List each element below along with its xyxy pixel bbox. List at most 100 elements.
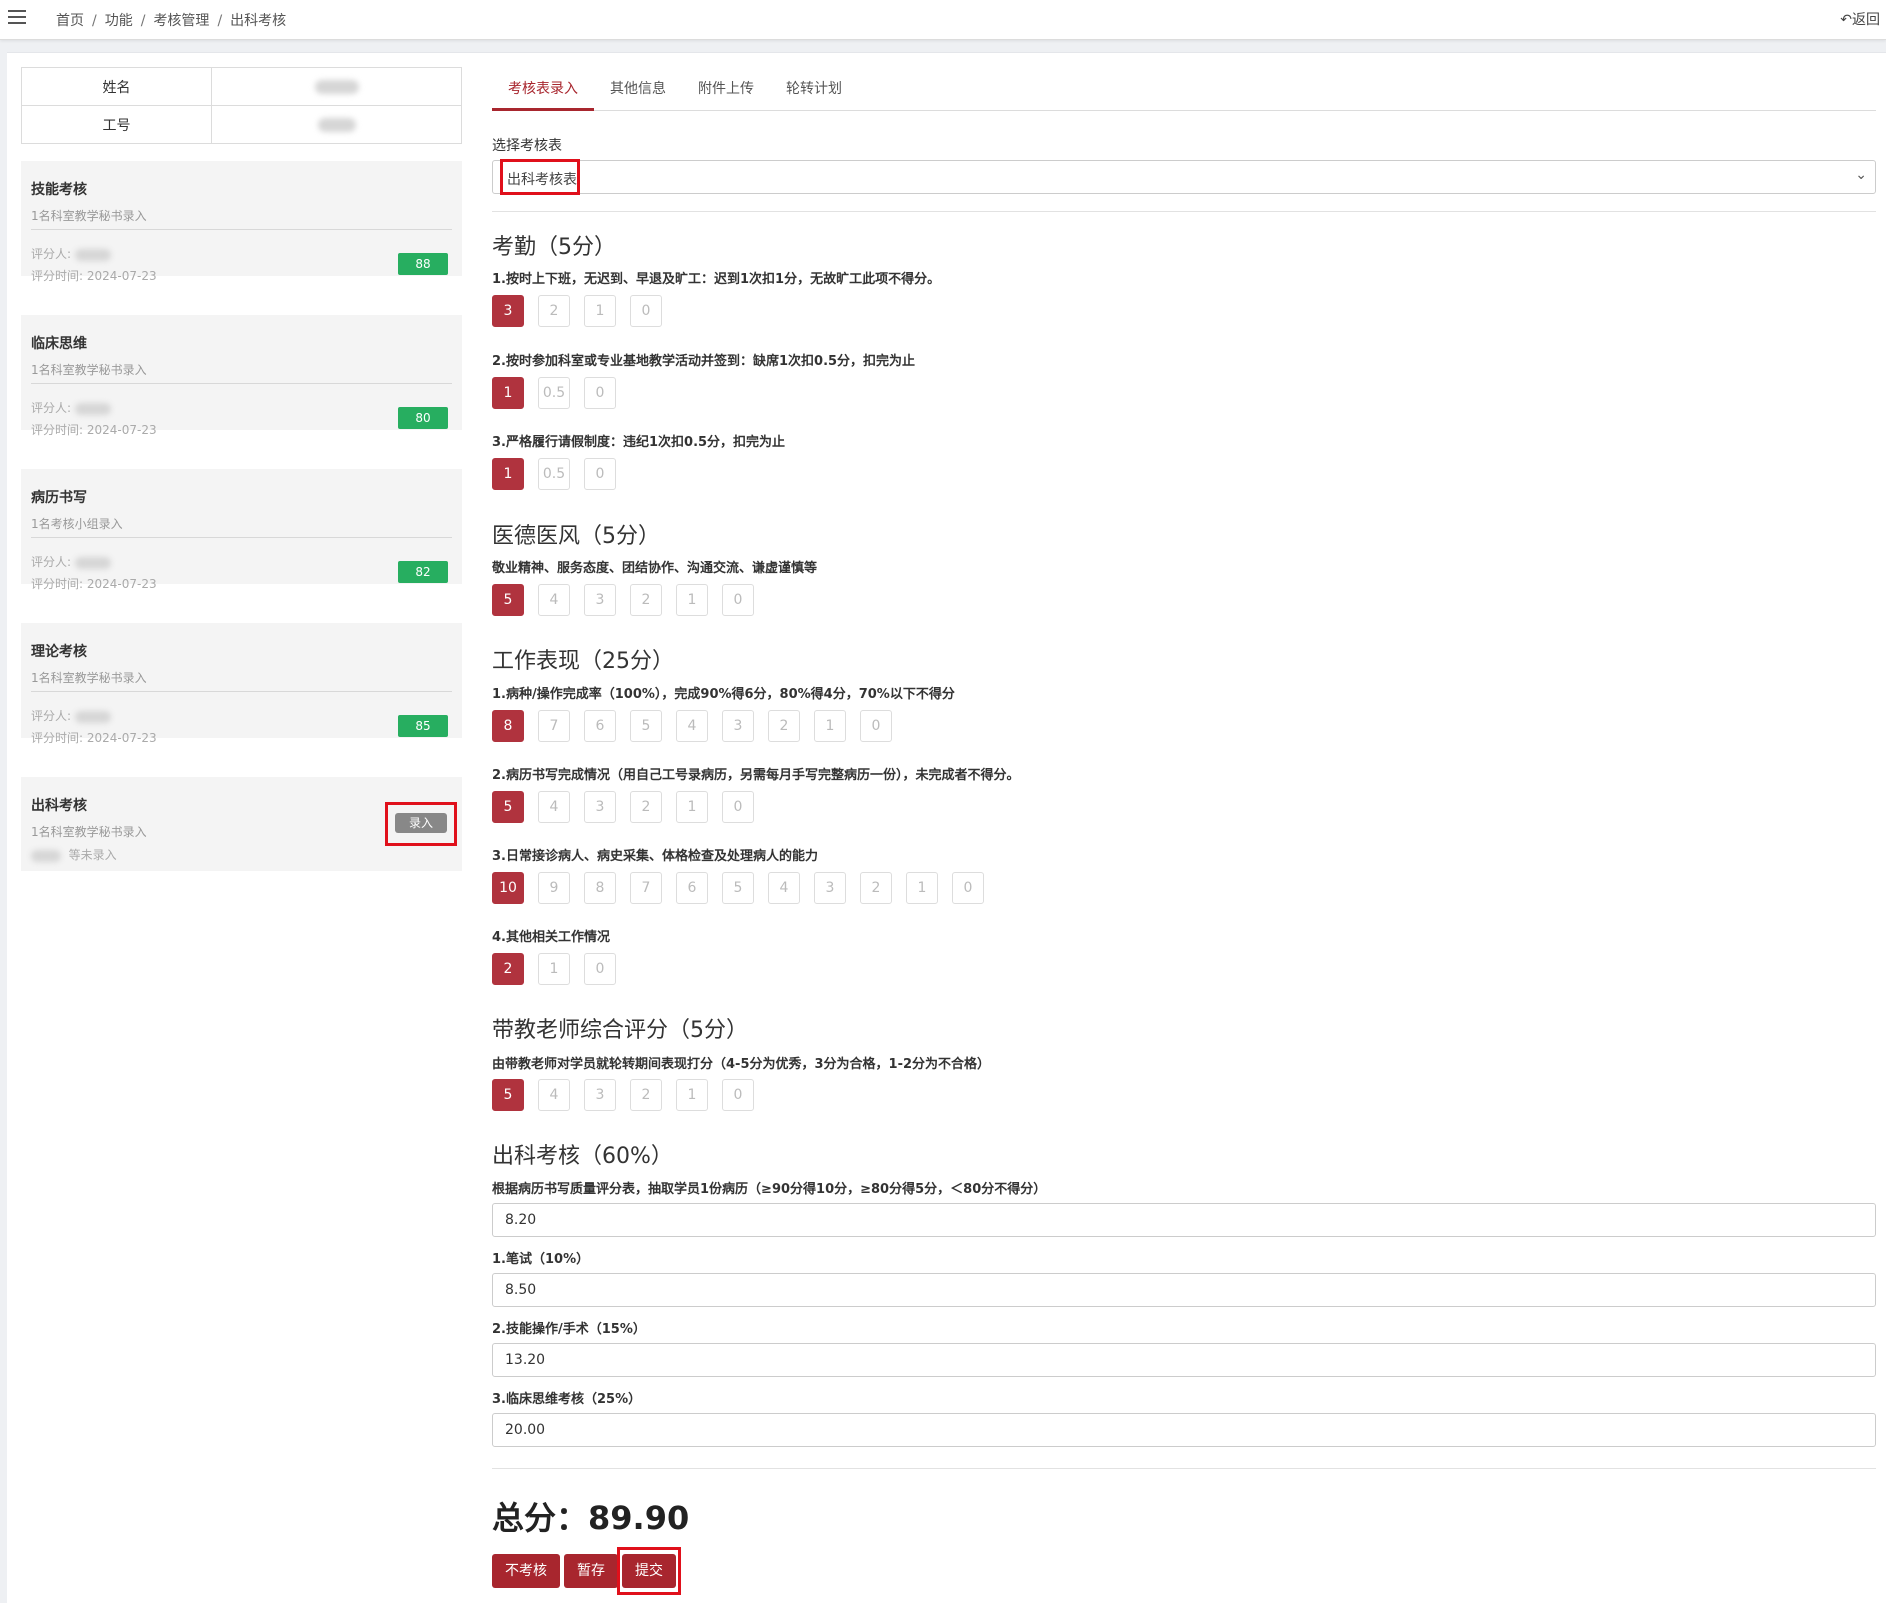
score-option[interactable]: 4 [538,1079,570,1111]
score-option[interactable]: 8 [492,710,524,742]
written-test-score-input[interactable] [492,1273,1876,1307]
question-label: 4.其他相关工作情况 [492,930,610,945]
trainee-info-table: 姓名 工号 [21,67,462,144]
score-option[interactable]: 0 [722,791,754,823]
score-badge: 88 [398,253,448,275]
score-options: 1 0.5 0 [492,458,630,490]
clinical-thinking-score-input[interactable] [492,1413,1876,1447]
score-option[interactable]: 2 [630,791,662,823]
save-draft-button[interactable]: 暂存 [564,1554,618,1588]
card-title: 出科考核 [31,798,87,814]
score-option[interactable]: 0 [584,377,616,409]
score-options: 543210 [492,791,768,823]
section-title: 带教老师综合评分（5分） [492,1018,748,1043]
score-option[interactable]: 0 [630,295,662,327]
score-option[interactable]: 1 [676,584,708,616]
card-title: 理论考核 [31,644,87,660]
main-content: 姓名 工号 技能考核 1名科室教学秘书录入 评分人: 评分时间: 2024-07… [7,52,1886,1603]
score-option[interactable]: 1 [492,377,524,409]
score-option[interactable]: 2 [492,953,524,985]
breadcrumb-exam-management[interactable]: 考核管理 [153,13,209,29]
card-rater: 评分人: [31,245,111,262]
card-subtitle: 1名考核小组录入 [31,517,123,531]
tab-rotation-plan[interactable]: 轮转计划 [786,69,842,111]
exam-card[interactable]: 病历书写 1名考核小组录入 评分人: 评分时间: 2024-07-23 82 [21,469,462,591]
breadcrumb-function[interactable]: 功能 [105,13,133,29]
score-option[interactable]: 4 [538,584,570,616]
score-option[interactable]: 2 [860,872,892,904]
score-option[interactable]: 0 [584,458,616,490]
score-option[interactable]: 3 [584,584,616,616]
score-option[interactable]: 3 [584,1079,616,1111]
score-option[interactable]: 3 [584,791,616,823]
card-rater: 评分人: [31,553,111,570]
score-option[interactable]: 3 [722,710,754,742]
score-badge: 82 [398,561,448,583]
id-value [211,105,462,144]
score-option[interactable]: 7 [630,872,662,904]
score-option[interactable]: 7 [538,710,570,742]
score-option[interactable]: 1 [676,791,708,823]
score-option[interactable]: 2 [768,710,800,742]
score-option[interactable]: 0 [722,1079,754,1111]
score-options: 543210 [492,1079,768,1111]
score-option[interactable]: 10 [492,872,524,904]
score-option[interactable]: 8 [584,872,616,904]
question-label: 3.严格履行请假制度：违纪1次扣0.5分，扣完为止 [492,435,786,450]
score-option[interactable]: 4 [538,791,570,823]
breadcrumb-home[interactable]: 首页 [56,13,84,29]
score-option[interactable]: 6 [676,872,708,904]
score-option[interactable]: 0 [722,584,754,616]
score-option[interactable]: 0.5 [538,377,570,409]
tab-bar: 考核表录入 其他信息 附件上传 轮转计划 [492,69,1876,111]
score-option[interactable]: 0 [584,953,616,985]
select-form-label: 选择考核表 [492,138,562,154]
card-time: 评分时间: 2024-07-23 [31,577,157,591]
score-option[interactable]: 1 [584,295,616,327]
score-option[interactable]: 5 [630,710,662,742]
question-label: 1.按时上下班，无迟到、早退及旷工：迟到1次扣1分，无故旷工此项不得分。 [492,272,941,287]
tab-score-entry[interactable]: 考核表录入 [492,69,594,111]
form-select[interactable]: 出科考核表 ⌄ [492,160,1876,194]
score-option[interactable]: 5 [722,872,754,904]
exam-card[interactable]: 理论考核 1名科室教学秘书录入 评分人: 评分时间: 2024-07-23 85 [21,623,462,745]
score-option[interactable]: 5 [492,584,524,616]
exam-card-active[interactable]: 出科考核 1名科室教学秘书录入 等未录入 录入 [21,777,462,871]
tab-other-info[interactable]: 其他信息 [610,69,666,111]
card-title: 临床思维 [31,336,87,352]
tab-attachments[interactable]: 附件上传 [698,69,754,111]
back-button[interactable]: ↶返回 [1840,9,1880,29]
score-option[interactable]: 0 [860,710,892,742]
left-panel: 姓名 工号 技能考核 1名科室教学秘书录入 评分人: 评分时间: 2024-07… [21,67,462,871]
card-time: 评分时间: 2024-07-23 [31,269,157,283]
score-option[interactable]: 1 [676,1079,708,1111]
card-pending: 等未录入 [31,846,117,863]
score-option[interactable]: 6 [584,710,616,742]
card-rater: 评分人: [31,707,111,724]
breadcrumb: 首页 / 功能 / 考核管理 / 出科考核 [56,13,287,29]
score-option[interactable]: 1 [814,710,846,742]
score-option[interactable]: 9 [538,872,570,904]
score-option[interactable]: 5 [492,791,524,823]
score-option[interactable]: 5 [492,1079,524,1111]
score-option[interactable]: 0.5 [538,458,570,490]
exam-card[interactable]: 技能考核 1名科室教学秘书录入 评分人: 评分时间: 2024-07-23 88 [21,161,462,283]
score-option[interactable]: 2 [630,1079,662,1111]
field-label: 1.笔试（10%） [492,1252,590,1267]
score-option[interactable]: 2 [538,295,570,327]
score-option[interactable]: 3 [814,872,846,904]
score-option[interactable]: 4 [676,710,708,742]
score-option[interactable]: 0 [952,872,984,904]
score-option[interactable]: 3 [492,295,524,327]
score-option[interactable]: 1 [492,458,524,490]
exam-card[interactable]: 临床思维 1名科室教学秘书录入 评分人: 评分时间: 2024-07-23 80 [21,315,462,437]
score-option[interactable]: 2 [630,584,662,616]
skill-operation-score-input[interactable] [492,1343,1876,1377]
score-options: 210 [492,953,630,985]
score-option[interactable]: 4 [768,872,800,904]
score-option[interactable]: 1 [906,872,938,904]
medical-record-score-input[interactable] [492,1203,1876,1237]
menu-icon[interactable] [8,10,26,26]
skip-assessment-button[interactable]: 不考核 [492,1554,560,1588]
score-option[interactable]: 1 [538,953,570,985]
